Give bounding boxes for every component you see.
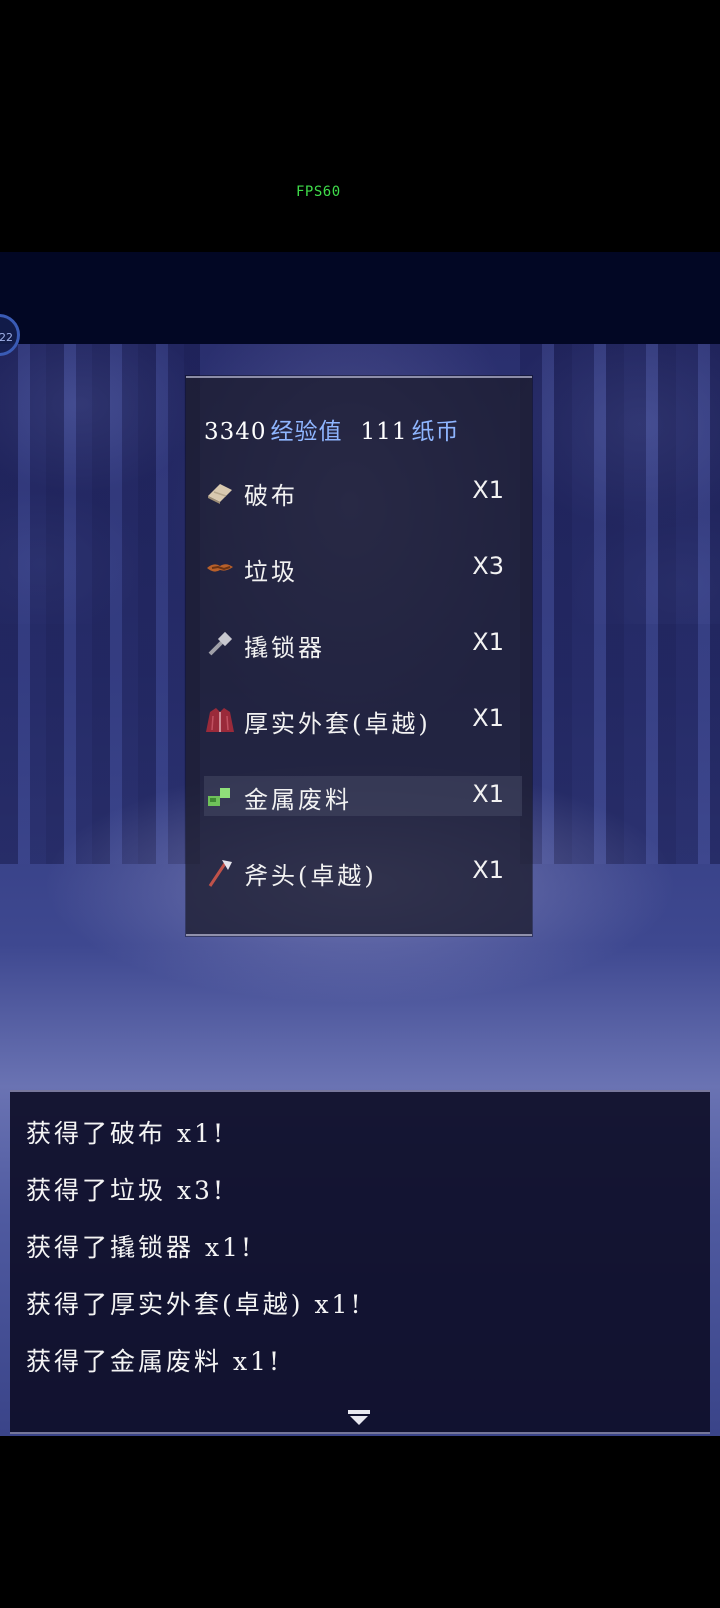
reward-item-qty: X1: [472, 476, 504, 504]
cloth-icon: [208, 484, 232, 504]
exp-label: 经验值: [270, 419, 343, 445]
rewards-window: 3340 经验值 111 纸币 破布 X1 垃圾 X3 撬锁器 X1 厚实外套(…: [186, 376, 532, 936]
lockpick-icon: [208, 631, 233, 656]
reward-item-qty: X1: [472, 780, 504, 808]
reward-row-cloth: 破布 X1: [204, 472, 522, 512]
menu-badge: 22: [0, 331, 13, 344]
top-band: [0, 252, 720, 344]
reward-row-axe: 斧头(卓越) X1: [204, 852, 522, 892]
reward-item-qty: X1: [472, 628, 504, 656]
reward-row-scrap-metal: 金属废料 X1: [204, 776, 522, 816]
reward-item-name: 破布: [244, 482, 298, 510]
reward-item-name: 撬锁器: [244, 634, 325, 662]
continue-bar: [348, 1410, 370, 1414]
reward-item-name: 厚实外套(卓越): [244, 710, 431, 738]
reward-row-coat: 厚实外套(卓越) X1: [204, 700, 522, 740]
scrap-metal-icon: [208, 788, 230, 806]
reward-item-qty: X3: [472, 552, 504, 580]
reward-row-junk: 垃圾 X3: [204, 548, 522, 588]
money-value: 111: [360, 419, 408, 445]
axe-icon: [208, 860, 232, 887]
message-log[interactable]: 获得了破布 x1! 获得了垃圾 x3! 获得了撬锁器 x1! 获得了厚实外套(卓…: [10, 1090, 710, 1434]
log-line: 获得了金属废料 x1!: [26, 1347, 282, 1376]
money-label: 纸币: [411, 419, 460, 445]
reward-item-qty: X1: [472, 856, 504, 884]
reward-item-name: 垃圾: [244, 558, 298, 586]
reward-item-name: 斧头(卓越): [244, 862, 377, 890]
reward-item-qty: X1: [472, 704, 504, 732]
reward-row-lockpick: 撬锁器 X1: [204, 624, 522, 664]
log-line: 获得了垃圾 x3!: [26, 1176, 226, 1205]
log-line: 获得了撬锁器 x1!: [26, 1233, 254, 1262]
log-line: 获得了厚实外套(卓越) x1!: [26, 1290, 364, 1319]
exp-value: 3340: [204, 419, 267, 445]
coat-icon: [206, 708, 234, 732]
fps-counter: FPS60: [296, 184, 341, 200]
continue-arrow-icon[interactable]: [350, 1416, 368, 1425]
log-line: 获得了破布 x1!: [26, 1119, 226, 1148]
rewards-header: 3340 经验值 111 纸币: [204, 412, 459, 446]
junk-icon: [207, 564, 233, 572]
reward-item-name: 金属废料: [244, 786, 352, 814]
game-screen: FPS60 22 3340 经验值 111 纸币 破布 X1 垃圾 X3 撬锁器…: [0, 0, 720, 1608]
